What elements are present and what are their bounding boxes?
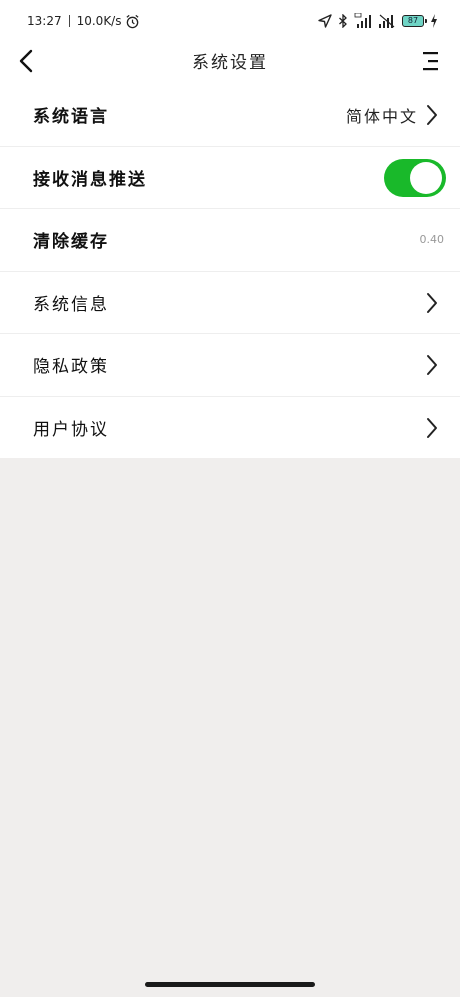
battery-level: 87: [407, 16, 419, 25]
chevron-right-icon: [427, 292, 437, 313]
chevron-right-icon: [427, 355, 437, 375]
language-label: 系统语言: [33, 107, 109, 127]
privacy-label: 隐私政策: [33, 357, 109, 377]
agreement-right: [426, 397, 438, 459]
alarm-icon: [126, 14, 139, 28]
status-net-speed: 10.0K/s: [76, 14, 122, 28]
bluetooth-icon: [339, 14, 347, 28]
location-icon: [318, 14, 332, 28]
page-title: 系统设置: [192, 53, 268, 73]
row-user-agreement[interactable]: 用户协议: [0, 397, 460, 460]
status-right: 87: [318, 11, 438, 31]
status-time: 13:27: [27, 14, 62, 28]
menu-button[interactable]: [418, 46, 444, 76]
status-left: 13:27 10.0K/s: [27, 13, 140, 29]
content-panel: 13:27 10.0K/s 87 系统设置 系统语言 简体中文 接收消息推送 清…: [0, 0, 460, 458]
nav-bar: 系统设置: [0, 42, 460, 84]
settings-list: 系统语言 简体中文 接收消息推送 清除缓存 0.40 系统信息 隐私政策 用户协…: [0, 84, 460, 459]
charging-icon: [431, 14, 437, 28]
signal-hd-icon: [354, 13, 371, 28]
agreement-label: 用户协议: [33, 419, 109, 440]
row-clear-cache[interactable]: 清除缓存 0.40: [0, 209, 460, 272]
push-label: 接收消息推送: [33, 169, 147, 190]
home-indicator[interactable]: [145, 982, 315, 987]
status-divider: [68, 15, 70, 27]
chevron-right-icon: [427, 105, 437, 125]
signal-strength-icon: [379, 14, 395, 28]
privacy-right: [426, 334, 438, 396]
status-bar: 13:27 10.0K/s 87: [0, 0, 460, 42]
system-info-label: 系统信息: [33, 294, 109, 315]
row-language[interactable]: 系统语言 简体中文: [0, 84, 460, 147]
row-push-notifications: 接收消息推送: [0, 147, 460, 209]
system-info-right: [426, 272, 438, 334]
language-right: 简体中文: [346, 84, 438, 146]
language-value: 简体中文: [345, 107, 418, 126]
settings-screen: 13:27 10.0K/s 87 系统设置 系统语言 简体中文 接收消息推送 清…: [0, 0, 460, 997]
cache-value: 0.40: [419, 233, 445, 246]
cache-label: 清除缓存: [33, 232, 109, 252]
toggle-knob: [410, 161, 442, 194]
chevron-right-icon: [427, 417, 437, 438]
push-toggle[interactable]: [384, 158, 446, 197]
row-privacy-policy[interactable]: 隐私政策: [0, 334, 460, 397]
menu-icon: [423, 52, 438, 71]
battery-indicator: 87: [402, 15, 427, 27]
row-system-info[interactable]: 系统信息: [0, 272, 460, 334]
